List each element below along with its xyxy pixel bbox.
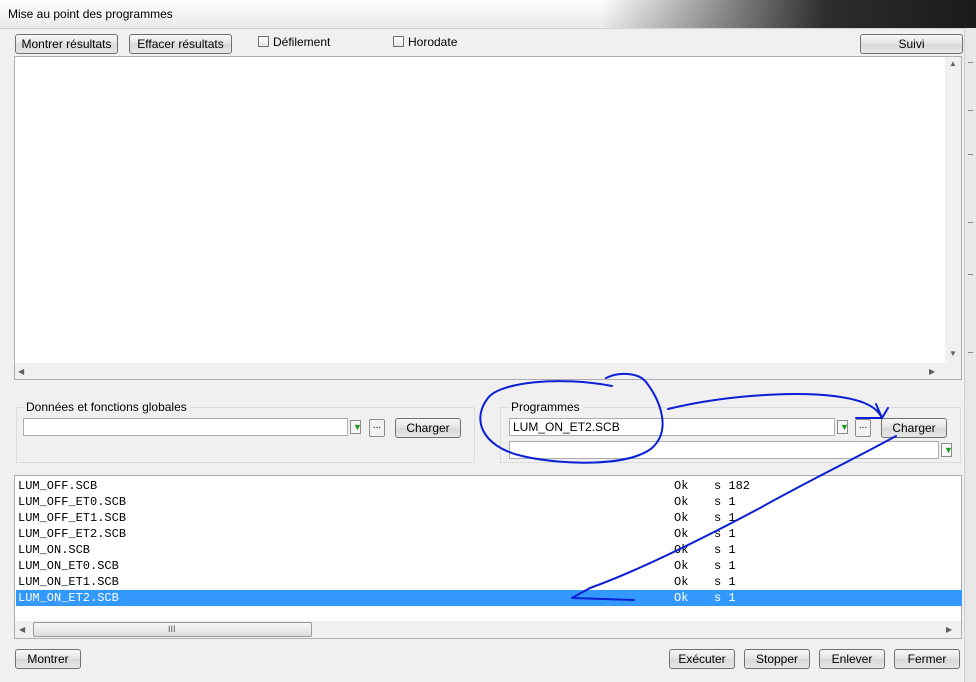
list-item-name: LUM_OFF_ET2.SCB [18, 527, 127, 541]
clear-results-button[interactable]: Effacer résultats [129, 34, 232, 54]
list-item-name: LUM_ON_ET1.SCB [18, 575, 119, 589]
list-item-info: s 1 [714, 527, 736, 541]
results-vertical-scrollbar[interactable]: ▲ ▼ [945, 57, 961, 363]
show-button[interactable]: Montrer [15, 649, 81, 669]
list-item-status: Ok [674, 543, 689, 557]
remove-button[interactable]: Enlever [819, 649, 885, 669]
list-item-info: s 1 [714, 559, 736, 573]
arrow-left-icon[interactable]: ◀ [19, 625, 25, 634]
list-item-name: LUM_OFF_ET0.SCB [18, 495, 127, 509]
scroll-checkbox[interactable] [258, 36, 269, 47]
list-item-status: Ok [674, 479, 689, 493]
title-bar-dark-area [600, 0, 976, 28]
list-item-status: Ok [674, 511, 689, 525]
list-item-info: s 1 [714, 591, 736, 605]
list-item-info: s 1 [714, 543, 736, 557]
title-bar: Mise au point des programmes [0, 0, 976, 29]
results-horizontal-scrollbar[interactable]: ◀ ▶ [15, 363, 961, 379]
follow-button[interactable]: Suivi [860, 34, 963, 54]
scroll-grip-icon: III [168, 624, 176, 634]
window-title: Mise au point des programmes [8, 7, 173, 21]
list-item[interactable]: LUM_OFF_ET1.SCB Ok s 1 [16, 510, 962, 526]
timestamp-checkbox-label: Horodate [408, 35, 458, 49]
download-arrow-icon[interactable]: ▼ [941, 443, 953, 457]
list-item-info: s 1 [714, 575, 736, 589]
download-arrow-icon[interactable]: ▼ [837, 420, 849, 434]
list-item-status: Ok [674, 495, 689, 509]
programs-browse-button[interactable]: ... [855, 419, 871, 437]
list-item-status: Ok [674, 575, 689, 589]
arrow-down-icon[interactable]: ▼ [949, 349, 957, 358]
list-item-name: LUM_ON_ET0.SCB [18, 559, 119, 573]
list-item[interactable]: LUM_ON_ET2.SCB Ok s 1 [16, 590, 962, 606]
globals-browse-button[interactable]: ... [369, 419, 385, 437]
list-item-info: s 182 [714, 479, 751, 493]
list-item[interactable]: LUM_ON_ET1.SCB Ok s 1 [16, 574, 962, 590]
arrow-right-icon[interactable]: ▶ [929, 367, 935, 376]
list-item[interactable]: LUM_ON_ET0.SCB Ok s 1 [16, 558, 962, 574]
list-item-name: LUM_OFF_ET1.SCB [18, 511, 127, 525]
download-arrow-icon[interactable]: ▼ [350, 420, 362, 434]
programs-group-label: Programmes [508, 400, 583, 414]
list-item-info: s 1 [714, 511, 736, 525]
globals-group-label: Données et fonctions globales [23, 400, 190, 414]
background-window-edge [964, 28, 976, 682]
arrow-up-icon[interactable]: ▲ [949, 59, 957, 68]
results-area[interactable]: ▲ ▼ ◀ ▶ [14, 56, 962, 380]
show-results-button[interactable]: Montrer résultats [15, 34, 118, 54]
list-item[interactable]: LUM_OFF.SCB Ok s 182 [16, 478, 962, 494]
programs-file-input[interactable]: LUM_ON_ET2.SCB [509, 418, 835, 436]
stop-button[interactable]: Stopper [744, 649, 810, 669]
globals-file-input[interactable] [23, 418, 348, 436]
list-item-name: LUM_ON_ET2.SCB [18, 591, 119, 605]
programs-second-input[interactable] [509, 441, 939, 459]
list-item-status: Ok [674, 591, 689, 605]
list-horizontal-scrollbar[interactable]: ◀ III ▶ [15, 621, 961, 638]
list-item[interactable]: LUM_OFF_ET2.SCB Ok s 1 [16, 526, 962, 542]
list-item-status: Ok [674, 559, 689, 573]
arrow-left-icon[interactable]: ◀ [18, 367, 24, 376]
scroll-checkbox-label: Défilement [273, 35, 331, 49]
programs-load-button[interactable]: Charger [881, 418, 947, 438]
close-button[interactable]: Fermer [894, 649, 960, 669]
list-item-name: LUM_ON.SCB [18, 543, 91, 557]
globals-load-button[interactable]: Charger [395, 418, 461, 438]
list-item[interactable]: LUM_ON.SCB Ok s 1 [16, 542, 962, 558]
timestamp-checkbox[interactable] [393, 36, 404, 47]
list-scroll-thumb[interactable]: III [33, 622, 312, 637]
list-item[interactable]: LUM_OFF_ET0.SCB Ok s 1 [16, 494, 962, 510]
execute-button[interactable]: Exécuter [669, 649, 735, 669]
list-item-info: s 1 [714, 495, 736, 509]
program-list[interactable]: LUM_OFF.SCB Ok s 182 LUM_OFF_ET0.SCB Ok s 1 LU… [14, 475, 962, 639]
list-item-name: LUM_OFF.SCB [18, 479, 98, 493]
list-item-status: Ok [674, 527, 689, 541]
arrow-right-icon[interactable]: ▶ [946, 625, 952, 634]
